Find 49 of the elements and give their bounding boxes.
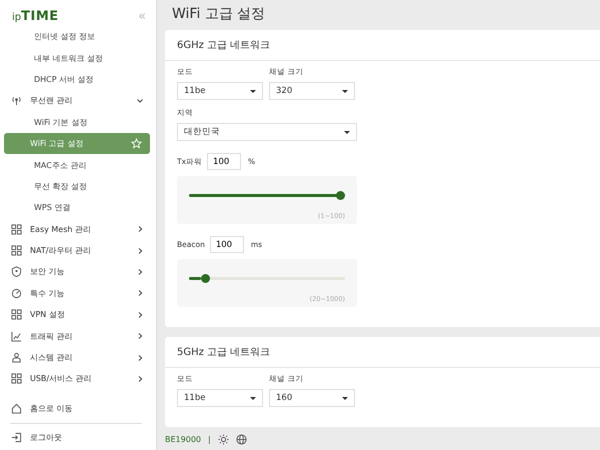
dropdown-icon [250,396,256,400]
dropdown-icon [342,396,348,400]
separator: | [208,434,211,444]
sidebar-item[interactable]: WiFi 기본 설정 [4,112,150,133]
mode-select[interactable]: 11be [177,82,263,100]
mode-select[interactable]: 11be [177,389,263,407]
sidebar-item[interactable]: 내부 네트워크 설정 [4,47,150,69]
logout-link[interactable]: 로그아웃 [0,426,156,448]
dropdown-icon [342,90,348,92]
value-input[interactable]: 100 [210,236,244,253]
logout-icon [11,432,22,443]
antenna-icon [11,95,22,106]
value-input[interactable]: 100 [207,153,242,170]
star-icon[interactable] [131,138,142,150]
sidebar-item[interactable]: MAC주소 관리 [4,154,150,176]
sidebar-item[interactable]: DHCP 서버 설정 [4,68,150,90]
region-select[interactable]: 대한민국 [177,123,357,141]
grid-icon [11,373,22,384]
gauge-icon [11,288,22,299]
sidebar-group[interactable]: 시스템 관리 [0,346,156,368]
model-name: BE19000 [165,434,201,444]
sidebar-group[interactable]: 트래픽 관리 [0,325,156,347]
home-icon [11,403,22,414]
sidebar-item[interactable]: 무선 확장 설정 [4,176,150,198]
shield-icon [11,266,22,278]
card-title: 6GHz 고급 네트워크 [165,30,600,61]
sidebar-group[interactable]: 특수 기능 [0,282,156,304]
logo: ipTIME [12,9,59,24]
slider[interactable] [189,191,345,200]
channel-select[interactable]: 320 [269,82,355,100]
sidebar-item[interactable]: 인터넷 설정 정보 [4,26,150,48]
sidebar-group[interactable]: 보안 기능 [0,261,156,283]
sidebar-item[interactable]: WPS 연결 [4,197,150,219]
globe-icon[interactable] [236,434,247,444]
channel-select[interactable]: 160 [269,389,355,407]
dropdown-icon [250,90,256,92]
sidebar-group[interactable]: VPN 설정 [0,304,156,326]
slider[interactable] [189,274,345,283]
card-title: 5GHz 고급 네트워크 [165,337,600,368]
page-title: WiFi 고급 설정 [171,5,266,24]
sidebar-group[interactable]: 무선랜 관리 [0,90,156,112]
brightness-icon[interactable] [218,434,229,444]
dropdown-icon [344,130,350,134]
home-link[interactable]: 홈으로 이동 [0,398,156,420]
sidebar-group[interactable]: Easy Mesh 관리 [0,218,156,240]
person-icon [11,352,22,364]
sidebar-group[interactable]: NAT/라우터 관리 [0,240,156,262]
chart-icon [11,330,22,342]
sidebar-group[interactable]: USB/서비스 관리 [0,368,156,390]
